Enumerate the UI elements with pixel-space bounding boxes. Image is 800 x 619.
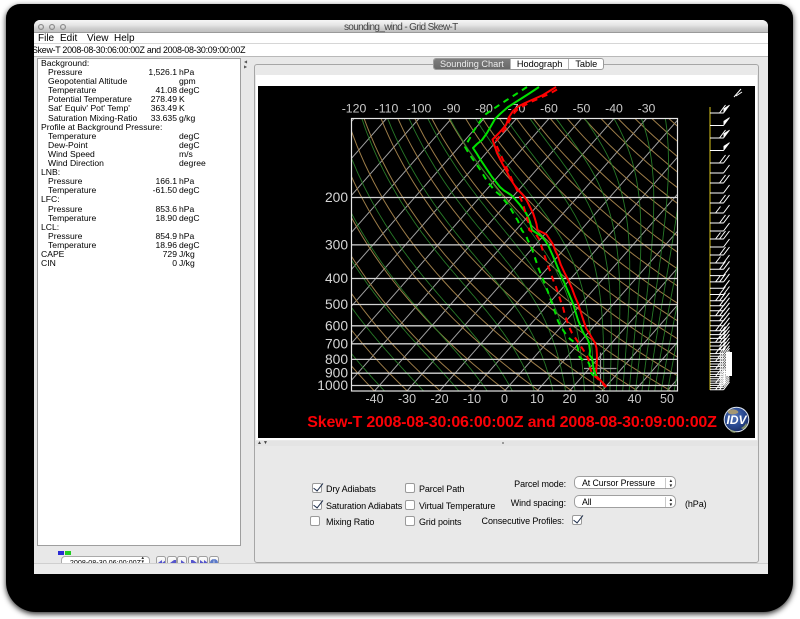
svg-text:-30: -30 [398,392,416,406]
svg-text:IDV: IDV [726,413,747,427]
svg-text:-100: -100 [407,102,432,116]
svg-text:Skew-T 2008-08-30:06:00:00Z an: Skew-T 2008-08-30:06:00:00Z and 2008-08-… [307,414,717,431]
svg-text:-30: -30 [638,102,656,116]
svg-text:-10: -10 [463,392,481,406]
svg-text:-20: -20 [430,392,448,406]
svg-text:400: 400 [325,271,348,286]
svg-text:10: 10 [530,392,544,406]
svg-text:40: 40 [628,392,642,406]
svg-text:20: 20 [563,392,577,406]
svg-text:-60: -60 [540,102,558,116]
svg-text:700: 700 [325,336,348,351]
svg-text:-110: -110 [375,102,399,116]
svg-text:200: 200 [325,190,348,205]
svg-text:1000: 1000 [317,378,348,393]
svg-text:-120: -120 [342,102,367,116]
svg-text:-90: -90 [443,102,461,116]
svg-text:-80: -80 [475,102,493,116]
svg-text:600: 600 [325,318,348,333]
svg-text:-40: -40 [605,102,623,116]
svg-text:30: 30 [595,392,609,406]
svg-text:0: 0 [501,392,508,406]
svg-text:300: 300 [325,237,348,252]
svg-text:500: 500 [325,297,348,312]
svg-text:50: 50 [660,392,674,406]
svg-text:-40: -40 [365,392,383,406]
svg-text:-50: -50 [573,102,591,116]
svg-text:800: 800 [325,352,348,367]
